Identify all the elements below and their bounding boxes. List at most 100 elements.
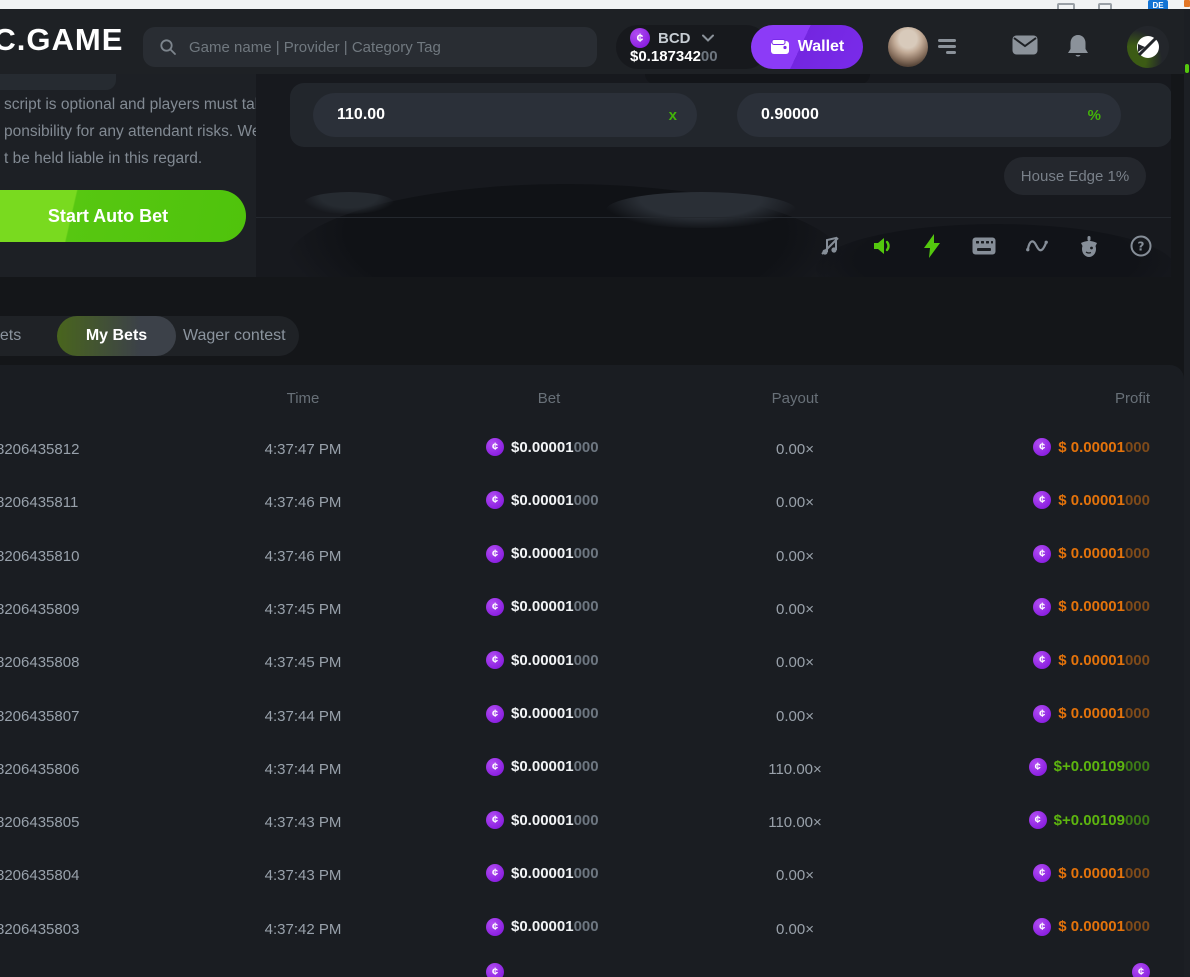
bet-payout: 0.00× xyxy=(720,708,870,725)
turbo-icon[interactable] xyxy=(920,234,944,258)
bet-payout: 0.00× xyxy=(720,441,870,458)
search-input[interactable] xyxy=(187,38,571,57)
start-auto-bet-button[interactable]: Start Auto Bet xyxy=(0,190,246,242)
svg-text:?: ? xyxy=(1138,240,1145,254)
chat-button[interactable] xyxy=(1127,26,1169,68)
game-search[interactable] xyxy=(143,27,597,67)
bet-time: 4:37:45 PM xyxy=(230,654,376,671)
bcd-coin-icon: ¢ xyxy=(1029,758,1047,776)
bet-amount: ¢ $0.00001000 xyxy=(486,598,599,616)
my-bets-table: Time Bet Payout Profit 8206435812 4:37:4… xyxy=(0,365,1184,977)
sound-icon[interactable] xyxy=(870,234,894,258)
win-chance-input[interactable] xyxy=(759,105,1088,125)
tab-my-bets[interactable]: My Bets xyxy=(57,316,176,356)
seed-icon[interactable] xyxy=(1077,234,1101,258)
bet-profit: ¢ $ 0.00001000 xyxy=(1033,491,1150,509)
bcd-coin-icon: ¢ xyxy=(486,963,504,977)
notifications-bell-icon[interactable] xyxy=(1066,34,1090,60)
chat-icon xyxy=(1135,34,1161,60)
bcd-coin-icon: ¢ xyxy=(486,758,504,776)
table-row[interactable]: ¢ ¢ xyxy=(0,950,1184,977)
bet-controls-panel: script is optional and players must take… xyxy=(0,74,256,277)
bet-id: 8206435811 xyxy=(0,494,78,511)
bet-profit: ¢ $+0.00109000 xyxy=(1029,811,1150,829)
bcd-coin-icon: ¢ xyxy=(1033,918,1051,936)
column-header-time: Time xyxy=(230,390,376,407)
tab-wager-contest[interactable]: Wager contest xyxy=(183,316,286,356)
currency-selector[interactable]: ¢ BCD $0.18734200 xyxy=(616,25,768,69)
bcd-coin-icon: ¢ xyxy=(486,864,504,882)
bcd-coin-icon: ¢ xyxy=(486,598,504,616)
help-icon[interactable]: ? xyxy=(1129,234,1153,258)
table-row[interactable]: 8206435811 4:37:46 PM ¢ $0.00001000 0.00… xyxy=(0,478,1184,531)
bcd-coin-icon: ¢ xyxy=(1132,963,1150,977)
bet-time: 4:37:44 PM xyxy=(230,761,376,778)
bet-payout: 0.00× xyxy=(720,494,870,511)
bet-time: 4:37:47 PM xyxy=(230,441,376,458)
bcd-coin-icon: ¢ xyxy=(486,438,504,456)
site-logo[interactable]: BC.GAME xyxy=(0,22,123,58)
bet-payout: 0.00× xyxy=(720,921,870,938)
payout-field[interactable]: x xyxy=(313,93,697,137)
bet-payout: 0.00× xyxy=(720,654,870,671)
bcd-coin-icon: ¢ xyxy=(1033,598,1051,616)
profile-menu-icon[interactable] xyxy=(936,39,956,55)
bet-time: 4:37:42 PM xyxy=(230,921,376,938)
bcd-coin-icon: ¢ xyxy=(1033,705,1051,723)
browser-toolbar-strip: DE xyxy=(0,0,1190,9)
bet-id: 8206435805 xyxy=(0,814,79,831)
hotkeys-icon[interactable] xyxy=(972,234,996,258)
bet-amount: ¢ $0.00001000 xyxy=(486,864,599,882)
bcd-coin-icon: ¢ xyxy=(1033,864,1051,882)
table-row[interactable]: 8206435804 4:37:43 PM ¢ $0.00001000 0.00… xyxy=(0,851,1184,904)
extension-icon[interactable] xyxy=(1184,0,1190,7)
currency-code: BCD xyxy=(658,30,691,47)
bcd-coin-icon: ¢ xyxy=(1033,438,1051,456)
bet-id: 8206435804 xyxy=(0,867,79,884)
script-warning-line: ponsibility for any attendant risks. We xyxy=(4,123,260,141)
table-row[interactable]: 8206435805 4:37:43 PM ¢ $0.00001000 110.… xyxy=(0,798,1184,851)
scrollbar-thumb[interactable] xyxy=(1185,64,1189,73)
bcd-coin-icon: ¢ xyxy=(486,918,504,936)
bet-amount-input-remnant[interactable] xyxy=(0,74,116,90)
wallet-button[interactable]: Wallet xyxy=(751,25,863,69)
bet-amount: ¢ $0.00001000 xyxy=(486,651,599,669)
music-muted-icon[interactable] xyxy=(818,234,842,258)
script-warning-line: t be held liable in this regard. xyxy=(4,150,202,168)
table-row[interactable]: 8206435807 4:37:44 PM ¢ $0.00001000 0.00… xyxy=(0,692,1184,745)
wallet-balance: $0.18734200 xyxy=(630,48,718,65)
bc-game-screen: DE BC.GAME ¢ BCD $0.18734200 xyxy=(0,0,1190,977)
game-art-rock xyxy=(304,192,394,214)
tab-all-bets[interactable]: All Bets xyxy=(0,316,21,356)
bet-id: 8206435803 xyxy=(0,921,79,938)
bcd-coin-icon: ¢ xyxy=(486,545,504,563)
bet-amount: ¢ $0.00001000 xyxy=(486,705,599,723)
mail-icon[interactable] xyxy=(1012,35,1038,55)
bet-profit: ¢ $ 0.00001000 xyxy=(1033,598,1150,616)
game-art-rock xyxy=(606,192,796,228)
bcd-coin-icon: ¢ xyxy=(630,28,650,48)
bcd-coin-icon: ¢ xyxy=(1033,651,1051,669)
bcd-coin-icon: ¢ xyxy=(486,491,504,509)
bet-payout: 0.00× xyxy=(720,867,870,884)
bet-profit: ¢ $ 0.00001000 xyxy=(1033,705,1150,723)
table-row[interactable]: 8206435809 4:37:45 PM ¢ $0.00001000 0.00… xyxy=(0,585,1184,638)
column-header-profit: Profit xyxy=(1115,390,1150,407)
wallet-icon xyxy=(770,39,790,55)
user-avatar[interactable] xyxy=(888,27,928,67)
table-row[interactable]: 8206435808 4:37:45 PM ¢ $0.00001000 0.00… xyxy=(0,638,1184,691)
table-row[interactable]: 8206435806 4:37:44 PM ¢ $0.00001000 110.… xyxy=(0,745,1184,798)
scrollbar-track[interactable] xyxy=(1184,9,1190,977)
bet-payout: 0.00× xyxy=(720,601,870,618)
toolbar-divider xyxy=(256,217,1171,218)
chevron-down-icon xyxy=(702,34,714,42)
table-row[interactable]: 8206435810 4:37:46 PM ¢ $0.00001000 0.00… xyxy=(0,532,1184,585)
table-row[interactable]: 8206435812 4:37:47 PM ¢ $0.00001000 0.00… xyxy=(0,425,1184,478)
bet-profit: ¢ $ 0.00001000 xyxy=(1033,438,1150,456)
bcd-coin-icon: ¢ xyxy=(1033,491,1051,509)
bet-time: 4:37:46 PM xyxy=(230,494,376,511)
payout-input[interactable] xyxy=(335,105,669,125)
win-chance-field[interactable]: % xyxy=(737,93,1121,137)
limbo-game-area: x % House Edge 1% xyxy=(256,74,1171,277)
trends-icon[interactable] xyxy=(1025,234,1049,258)
